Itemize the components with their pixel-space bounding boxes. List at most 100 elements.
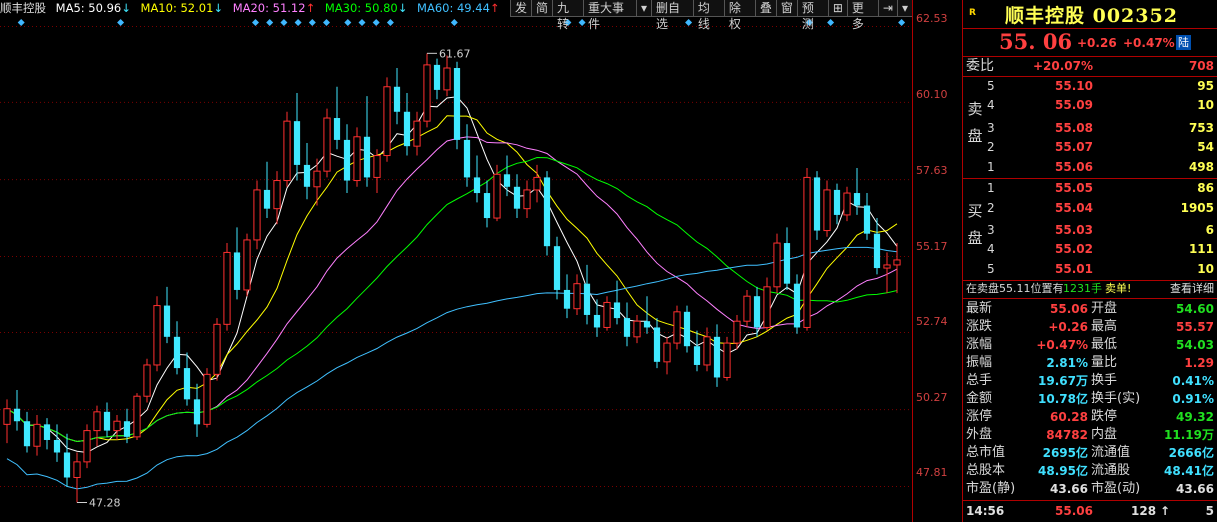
stat-value: +0.47%	[1036, 338, 1088, 352]
divider	[963, 298, 1217, 299]
ask-row[interactable]: 5 55.10 95	[963, 77, 1217, 96]
notice-vol: 1231手	[1063, 282, 1102, 295]
bid-row[interactable]: 5 55.01 10	[963, 260, 1217, 279]
trade-dir-arrow-icon: ↑	[1160, 504, 1171, 518]
stat-value: 0.91%	[1172, 392, 1214, 406]
toolbar-menu-dropdown-icon[interactable]: ▾	[896, 0, 913, 17]
toolbar-ma-button[interactable]: 均线	[692, 0, 725, 31]
candle-body	[13, 408, 21, 422]
candle-body	[873, 233, 881, 269]
candle-body	[653, 327, 661, 362]
candle-body	[53, 439, 61, 453]
event-marker-icon	[17, 19, 25, 26]
stat-label: 市盈(静)	[966, 481, 1016, 496]
ma30-value: MA30: 50.80↓	[324, 1, 408, 15]
candle-body	[473, 177, 481, 194]
candle-body	[613, 302, 621, 319]
candle-body	[143, 364, 151, 397]
stat-label: 外盘	[966, 427, 993, 442]
y-tick-label: 55.17	[916, 240, 948, 253]
view-detail-link[interactable]: 查看详细	[1170, 281, 1214, 297]
candle-body	[663, 342, 671, 363]
candle-body	[243, 239, 251, 291]
candle-body	[623, 318, 631, 337]
candle-body	[183, 368, 191, 400]
stat-label: 跌停	[1091, 409, 1118, 424]
toolbar-collapse-icon[interactable]: ⇥	[877, 0, 898, 17]
bid-row[interactable]: 2 55.04 1905	[963, 199, 1217, 218]
toolbar-overlay-button[interactable]: 叠	[754, 0, 777, 17]
weibi-pct: +20.07%	[1032, 59, 1093, 73]
bid-row[interactable]: 4 55.02 111	[963, 240, 1217, 259]
stat-row: 总股本 48.95亿 流通股 48.41亿	[963, 462, 1217, 480]
candle-body	[723, 342, 731, 378]
stat-row: 涨跌 +0.26 最高 55.57	[963, 318, 1217, 336]
y-tick-label: 57.63	[916, 164, 948, 177]
kline-chart[interactable]: 61.67 47.28	[0, 0, 912, 522]
ma5-value: MA5: 50.96↓	[55, 1, 131, 15]
stat-row: 外盘 84782 内盘 11.19万	[963, 426, 1217, 444]
stat-value: 2695亿	[1042, 446, 1088, 460]
toolbar-simple-button[interactable]: 简	[531, 0, 554, 17]
toolbar-fa-button[interactable]: 发	[510, 0, 533, 17]
stat-value: 48.95亿	[1038, 464, 1088, 478]
ma-legend: 顺丰控股 MA5: 50.96↓ MA10: 52.01↓ MA20: 51.1…	[0, 0, 506, 16]
event-marker-icon	[294, 19, 302, 26]
ma10-value: MA10: 52.01↓	[140, 1, 224, 15]
candle-body	[83, 430, 91, 463]
candle-body	[383, 86, 391, 157]
bid-row[interactable]: 3 55.03 6	[963, 221, 1217, 240]
last-trade-row: 14:56 55.06 128 ↑ 5	[963, 501, 1217, 521]
candle-body	[453, 68, 461, 140]
trade-price: 55.06	[1055, 504, 1093, 518]
candle-body	[643, 321, 651, 328]
candle-body	[733, 320, 741, 344]
bid-row[interactable]: 1 55.05 86	[963, 179, 1217, 198]
event-marker-icon	[578, 19, 586, 26]
stat-row: 振幅 2.81% 量比 1.29	[963, 354, 1217, 372]
candle-body	[713, 336, 721, 378]
exchange-badge: 陆	[1176, 35, 1191, 50]
candle-body	[43, 424, 51, 440]
candle-body	[833, 189, 841, 215]
candle-body	[373, 155, 381, 178]
candle-body	[413, 120, 421, 147]
toolbar-events-button[interactable]: 重大事件	[583, 0, 637, 31]
toolbar-jiuzhuan-button[interactable]: 九转	[552, 0, 584, 31]
stock-title[interactable]: 顺丰控股 002352	[1005, 1, 1178, 28]
candle-body	[793, 283, 801, 328]
stat-row: 总手 19.67万 换手 0.41%	[963, 372, 1217, 390]
candle-body	[233, 252, 241, 290]
ma20-arrow-icon: ↑	[305, 1, 316, 15]
toolbar-grid-icon[interactable]: ⊞	[827, 0, 848, 17]
quote-panel: R 顺丰控股 002352 55. 06 +0.26 +0.47% 陆 委比 +…	[962, 0, 1217, 522]
candle-body	[273, 180, 281, 210]
event-marker-icon	[685, 19, 693, 26]
stat-value: +0.26	[1048, 320, 1088, 334]
stat-row: 涨幅 +0.47% 最低 54.03	[963, 336, 1217, 354]
ask-row[interactable]: 3 55.08 753	[963, 119, 1217, 138]
toolbar-exright-button[interactable]: 除权	[723, 0, 756, 31]
toolbar-more-button[interactable]: 更多	[846, 0, 879, 31]
candle-body	[773, 242, 781, 288]
ask-row[interactable]: 2 55.07 54	[963, 138, 1217, 157]
toolbar-window-button[interactable]: 窗	[775, 0, 798, 17]
candle-body	[593, 314, 601, 328]
y-tick-label: 52.74	[916, 315, 948, 328]
y-tick-label: 62.53	[916, 12, 948, 25]
candle-body	[93, 411, 101, 432]
event-marker-icon	[386, 19, 394, 26]
candle-body	[173, 336, 181, 369]
toolbar-forecast-button[interactable]: 预测	[796, 0, 829, 31]
stat-row: 涨停 60.28 跌停 49.32	[963, 408, 1217, 426]
toolbar-remove-favorite-button[interactable]: 删自选	[650, 0, 694, 31]
kline-chart-area[interactable]: 61.67 47.28 顺丰控股 MA5: 50.96↓ MA10: 52.01↓…	[0, 0, 913, 522]
candle-body	[333, 118, 341, 140]
ask-row[interactable]: 1 55.06 498	[963, 158, 1217, 177]
event-marker-icon	[898, 19, 906, 26]
toolbar-events-dropdown-icon[interactable]: ▾	[635, 0, 652, 17]
ask-row[interactable]: 4 55.09 10	[963, 96, 1217, 115]
stat-row: 市盈(静) 43.66 市盈(动) 43.66	[963, 480, 1217, 498]
candle-body	[63, 452, 71, 478]
candle-body	[103, 411, 111, 431]
